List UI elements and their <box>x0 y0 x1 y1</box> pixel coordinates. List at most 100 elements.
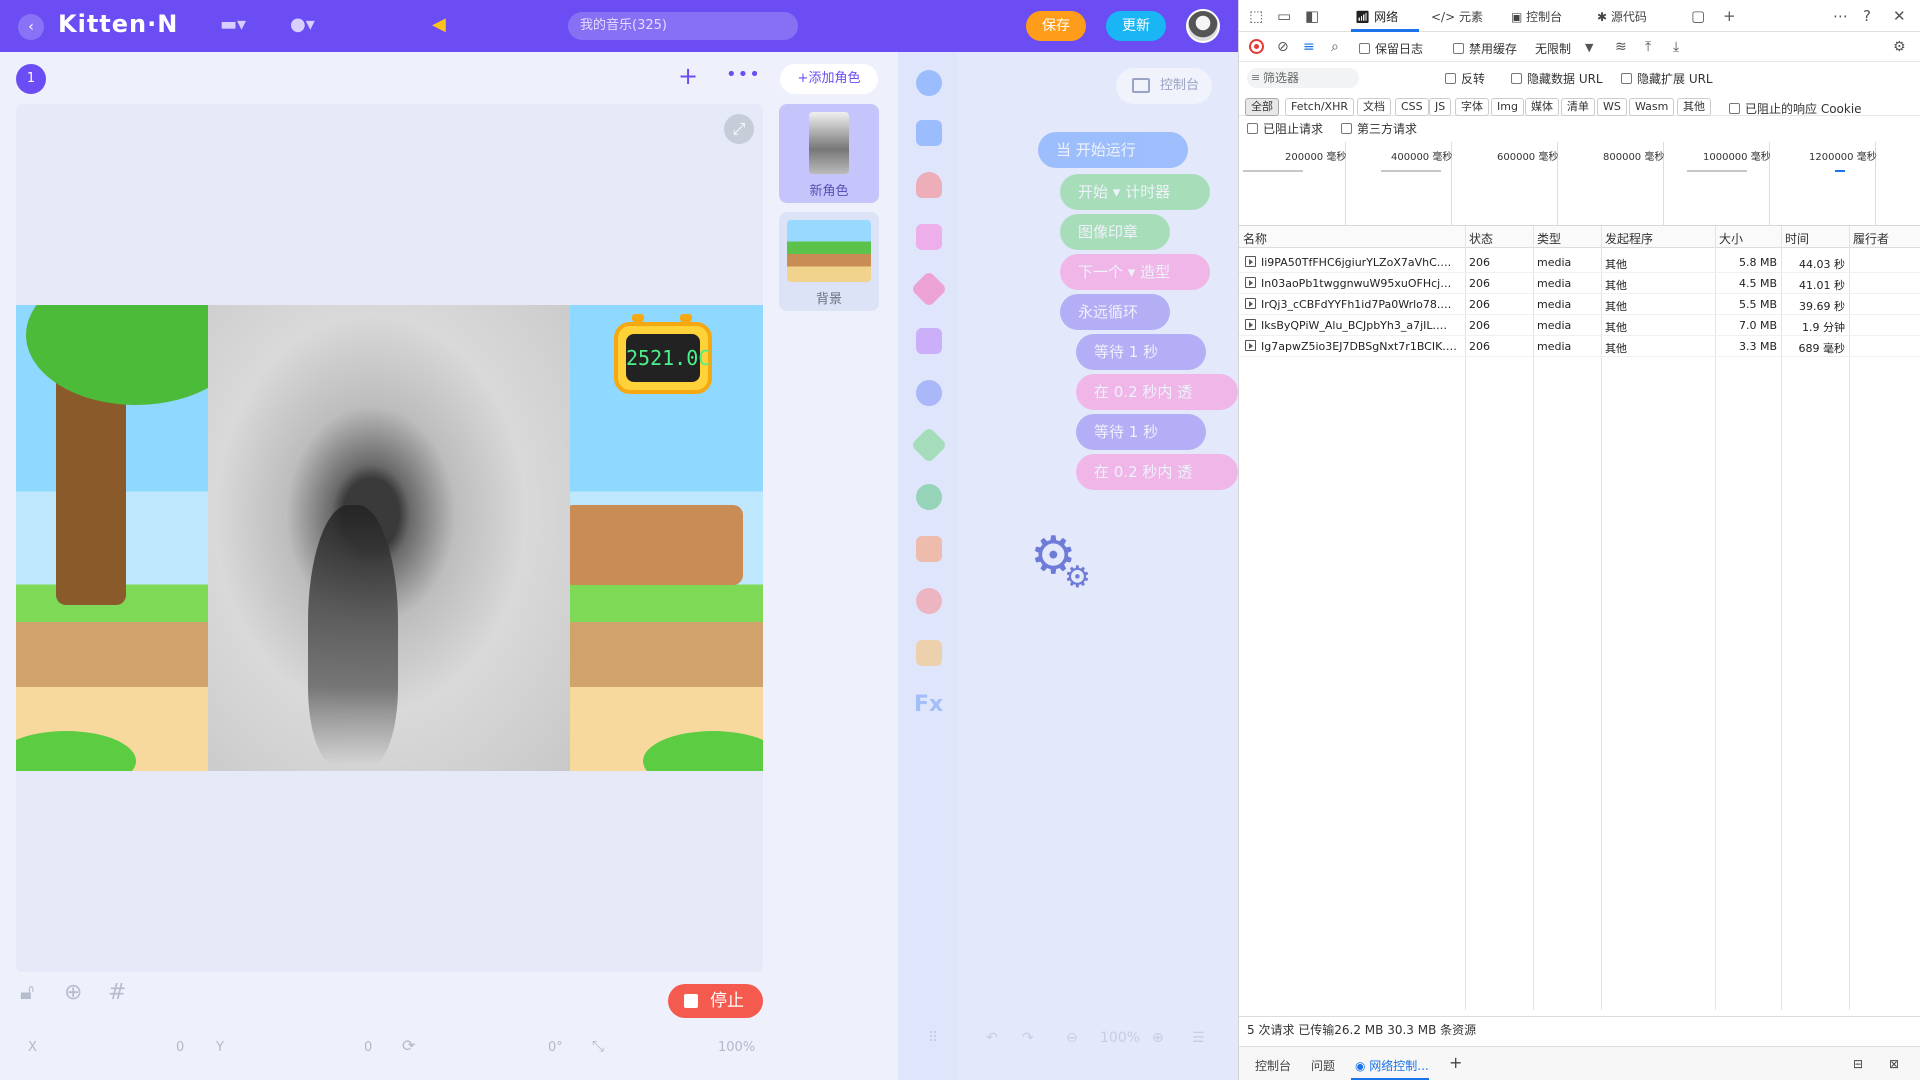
undo-icon[interactable]: ↶ <box>986 1030 998 1046</box>
add-sprite-button[interactable]: +添加角色 <box>780 64 878 94</box>
grid-icon[interactable]: # <box>108 980 126 1005</box>
throttle-select[interactable]: 无限制 <box>1535 40 1571 57</box>
disable-cache-checkbox[interactable]: 禁用缓存 <box>1453 40 1517 57</box>
hide-ext-url-checkbox[interactable]: 隐藏扩展 URL <box>1621 70 1713 87</box>
resize-icon[interactable]: ⤡ <box>592 1037 604 1055</box>
timer-widget[interactable]: 2521.0C <box>614 314 712 394</box>
tab-elements[interactable]: </> 元素 <box>1431 8 1483 25</box>
request-row[interactable]: IrQj3_cCBFdYYFh1id7Pa0Wrlo78.mp3 206 med… <box>1239 294 1920 315</box>
tab-console[interactable]: ▣ 控制台 <box>1511 8 1562 25</box>
type-filter-doc[interactable]: 文档 <box>1357 98 1391 116</box>
stop-button[interactable]: 停止 <box>668 984 763 1018</box>
dialog-category-icon[interactable] <box>916 328 942 354</box>
drawer-tab-issues[interactable]: 问题 <box>1311 1057 1335 1074</box>
variable-category-icon[interactable] <box>916 536 942 562</box>
network-conditions-icon[interactable]: ≋ <box>1615 39 1627 55</box>
type-filter-xhr[interactable]: Fetch/XHR <box>1285 98 1354 116</box>
settings-icon[interactable]: ⚙ <box>1893 39 1906 55</box>
blocked-requests-checkbox[interactable]: 已阻止请求 <box>1247 120 1323 137</box>
column-status[interactable]: 状态 <box>1469 230 1493 247</box>
event-category-icon[interactable] <box>916 70 942 96</box>
stage-number-badge[interactable]: 1 <box>16 64 46 94</box>
more-options-icon[interactable]: ••• <box>726 64 761 85</box>
block-fade[interactable]: 在 0.2 秒内 透 <box>1076 454 1238 490</box>
timeline-overview[interactable]: 200000 毫秒 400000 毫秒 600000 毫秒 800000 毫秒 … <box>1239 142 1920 226</box>
tab-network[interactable]: 📶︎ 网络 <box>1355 8 1398 25</box>
chevron-down-icon[interactable]: ▼ <box>1585 41 1593 54</box>
lock-icon[interactable]: 🔓︎ <box>20 980 34 1005</box>
search-icon[interactable]: ⌕ <box>1331 39 1339 55</box>
filter-toggle-icon[interactable]: ≡ <box>1303 39 1315 55</box>
control-category-icon[interactable] <box>916 120 942 146</box>
tidy-icon[interactable]: ☰ <box>1192 1030 1205 1046</box>
list-category-icon[interactable] <box>916 640 942 666</box>
blocked-cookies-checkbox[interactable]: 已阻止的响应 Cookie <box>1729 100 1862 117</box>
block-wait[interactable]: 等待 1 秒 <box>1076 334 1206 370</box>
column-name[interactable]: 名称 <box>1243 230 1267 247</box>
preserve-log-checkbox[interactable]: 保留日志 <box>1359 40 1423 57</box>
back-button[interactable]: ‹ <box>18 14 44 40</box>
appearance-category-icon[interactable] <box>916 224 942 250</box>
settings-menu-icon[interactable]: ●▾ <box>290 14 315 35</box>
block-next-costume[interactable]: 下一个 ▾ 造型 <box>1060 254 1210 290</box>
folder-menu-icon[interactable]: ▬▾ <box>220 14 246 35</box>
operator-category-icon[interactable] <box>916 588 942 614</box>
update-button[interactable]: 更新 <box>1106 11 1166 41</box>
block-wait[interactable]: 等待 1 秒 <box>1076 414 1206 450</box>
type-filter-js[interactable]: JS <box>1429 98 1452 116</box>
add-stage-icon[interactable]: + <box>678 62 698 90</box>
type-filter-font[interactable]: 字体 <box>1455 98 1489 116</box>
zoom-value[interactable]: 100% <box>718 1040 755 1055</box>
sprite-card-background[interactable]: 背景 <box>779 212 879 311</box>
actions-category-icon[interactable] <box>916 172 942 198</box>
filter-input[interactable]: 筛选器 <box>1247 68 1359 88</box>
sprite-photo[interactable] <box>208 305 570 771</box>
record-icon[interactable] <box>1249 39 1264 54</box>
type-filter-ws[interactable]: WS <box>1597 98 1627 116</box>
column-waterfall[interactable]: 履行者 <box>1853 230 1889 247</box>
x-value[interactable]: 0 <box>176 1040 184 1055</box>
type-filter-img[interactable]: Img <box>1491 98 1524 116</box>
column-time[interactable]: 时间 <box>1785 230 1809 247</box>
invert-checkbox[interactable]: 反转 <box>1445 70 1485 87</box>
user-avatar[interactable] <box>1186 9 1220 43</box>
zoom-out-icon[interactable]: ⊖ <box>1066 1030 1078 1046</box>
block-forever-loop[interactable]: 永远循环 <box>1060 294 1170 330</box>
block-fade[interactable]: 在 0.2 秒内 透 <box>1076 374 1238 410</box>
help-icon[interactable]: ? <box>1863 7 1871 25</box>
request-row[interactable]: In03aoPb1twggnwuW95xuOFHcjnT.... 206 med… <box>1239 273 1920 294</box>
tutorial-flag-icon[interactable]: ◀ <box>432 14 446 35</box>
third-party-checkbox[interactable]: 第三方请求 <box>1341 120 1417 137</box>
close-icon[interactable]: ✕ <box>1893 7 1906 25</box>
idea-category-icon[interactable] <box>916 380 942 406</box>
sprite-card-new[interactable]: 新角色 <box>779 104 879 203</box>
type-filter-css[interactable]: CSS <box>1395 98 1429 116</box>
function-category-icon[interactable]: Fx <box>914 692 943 717</box>
add-drawer-tab-icon[interactable]: + <box>1449 1053 1462 1072</box>
clear-icon[interactable]: ⊘ <box>1277 39 1289 55</box>
save-button[interactable]: 保存 <box>1026 11 1086 41</box>
application-icon[interactable]: ▢ <box>1691 7 1705 25</box>
block-start-timer[interactable]: 开始 ▾ 计时器 <box>1060 174 1210 210</box>
request-row[interactable]: Ii9PA50TfFHC6jgiurYLZoX7aVhC.mp3 206 med… <box>1239 252 1920 273</box>
tab-sources[interactable]: ✱ 源代码 <box>1597 8 1647 25</box>
drawer-tab-console[interactable]: 控制台 <box>1255 1057 1291 1074</box>
type-filter-media[interactable]: 媒体 <box>1525 98 1559 116</box>
type-filter-wasm[interactable]: Wasm <box>1629 98 1675 116</box>
request-row[interactable]: Ig7apwZ5io3EJ7DBSgNxt7r1BCIK.m... 206 me… <box>1239 336 1920 357</box>
redo-icon[interactable]: ↷ <box>1022 1030 1034 1046</box>
rotate-icon[interactable]: ⟳ <box>402 1036 415 1055</box>
crosshair-icon[interactable]: ⊕ <box>64 980 82 1005</box>
request-row[interactable]: IksByQPiW_Alu_BCJpbYh3_a7jIL.mp3 206 med… <box>1239 315 1920 336</box>
type-filter-manifest[interactable]: 清单 <box>1561 98 1595 116</box>
close-drawer-icon[interactable]: ⊠ <box>1889 1057 1899 1071</box>
export-har-icon[interactable]: ⤓ <box>1673 39 1679 55</box>
zoom-in-icon[interactable]: ⊕ <box>1152 1030 1164 1046</box>
import-har-icon[interactable]: ⤒ <box>1645 39 1651 55</box>
fullscreen-icon[interactable]: ⤢ <box>724 114 754 144</box>
music-search-input[interactable]: 我的音乐(325) <box>568 12 798 40</box>
device-toolbar-icon[interactable]: ▭ <box>1277 7 1291 25</box>
block-when-start[interactable]: 当 开始运行 <box>1038 132 1188 168</box>
rotation-value[interactable]: 0° <box>548 1040 563 1055</box>
hide-data-url-checkbox[interactable]: 隐藏数据 URL <box>1511 70 1603 87</box>
